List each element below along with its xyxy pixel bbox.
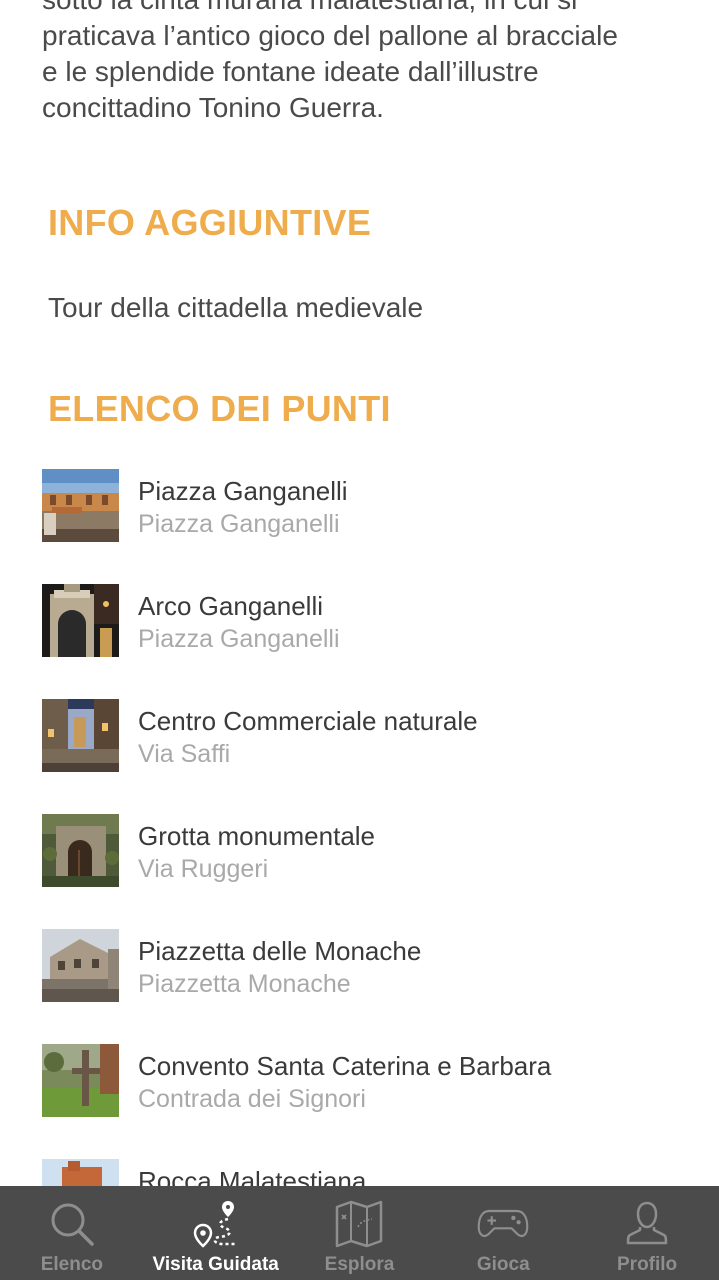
- gamepad-icon: [477, 1198, 529, 1250]
- point-address: Contrada dei Signori: [138, 1085, 366, 1113]
- detail-scroll-view[interactable]: sotto la cinta muraria malatestiana, in …: [0, 0, 719, 1186]
- tab-label: Gioca: [476, 1254, 530, 1275]
- point-address: Piazza Ganganelli: [138, 625, 340, 653]
- point-name: Grotta monumentale: [138, 821, 376, 851]
- tab-label: Visita Guidata: [152, 1254, 279, 1275]
- piazza-photo: [42, 469, 119, 542]
- description-line: concittadino Tonino Guerra.: [42, 92, 384, 123]
- tab-profilo[interactable]: Profilo: [575, 1186, 719, 1280]
- fortress-photo: [42, 1159, 119, 1186]
- list-item[interactable]: Centro Commerciale naturale Via Saffi: [42, 699, 702, 814]
- square-photo: [42, 929, 119, 1002]
- tab-bar: Elenco Visita Guidata Esplora Gioca Prof…: [0, 1186, 719, 1280]
- point-address: Via Ruggeri: [138, 855, 269, 883]
- list-item[interactable]: Convento Santa Caterina e Barbara Contra…: [42, 1044, 702, 1159]
- route-icon: [190, 1198, 242, 1250]
- tab-esplora[interactable]: Esplora: [288, 1186, 432, 1280]
- arch-photo: [42, 584, 119, 657]
- tab-label: Esplora: [324, 1254, 395, 1275]
- info-section-title: INFO AGGIUNTIVE: [48, 202, 372, 243]
- point-name: Arco Ganganelli: [138, 591, 323, 621]
- tab-elenco[interactable]: Elenco: [0, 1186, 144, 1280]
- tab-label: Elenco: [40, 1254, 104, 1275]
- search-icon: [46, 1198, 98, 1250]
- description-line: praticava l’antico gioco del pallone al …: [42, 20, 618, 51]
- list-item[interactable]: Piazzetta delle Monache Piazzetta Monach…: [42, 929, 702, 1044]
- list-item[interactable]: Arco Ganganelli Piazza Ganganelli: [42, 584, 702, 699]
- tab-gioca[interactable]: Gioca: [431, 1186, 575, 1280]
- point-name: Piazzetta delle Monache: [138, 936, 422, 966]
- points-list: Piazza Ganganelli Piazza Ganganelli Arco…: [42, 469, 702, 1186]
- list-item[interactable]: Rocca Malatestiana: [42, 1159, 702, 1186]
- grotto-photo: [42, 814, 119, 887]
- description-text: sotto la cinta muraria malatestiana, in …: [42, 0, 682, 126]
- description-line: e le splendide fontane ideate dall’illus…: [42, 56, 539, 87]
- list-item[interactable]: Piazza Ganganelli Piazza Ganganelli: [42, 469, 702, 584]
- street-photo: [42, 699, 119, 772]
- convent-photo: [42, 1044, 119, 1117]
- point-address: Piazza Ganganelli: [138, 510, 340, 538]
- point-address: Via Saffi: [138, 740, 231, 768]
- points-section-title: ELENCO DEI PUNTI: [48, 388, 391, 429]
- point-name: Piazza Ganganelli: [138, 476, 348, 506]
- point-address: Piazzetta Monache: [138, 970, 351, 998]
- point-name: Centro Commerciale naturale: [138, 706, 478, 736]
- tab-label: Profilo: [617, 1254, 678, 1275]
- description-line: sotto la cinta muraria malatestiana, in …: [42, 0, 577, 15]
- point-name: Rocca Malatestiana: [138, 1166, 367, 1186]
- map-icon: [333, 1198, 385, 1250]
- tab-visita-guidata[interactable]: Visita Guidata: [144, 1186, 288, 1280]
- info-text: Tour della cittadella medievale: [48, 292, 424, 323]
- point-name: Convento Santa Caterina e Barbara: [138, 1051, 552, 1081]
- list-item[interactable]: Grotta monumentale Via Ruggeri: [42, 814, 702, 929]
- user-icon: [621, 1198, 673, 1250]
